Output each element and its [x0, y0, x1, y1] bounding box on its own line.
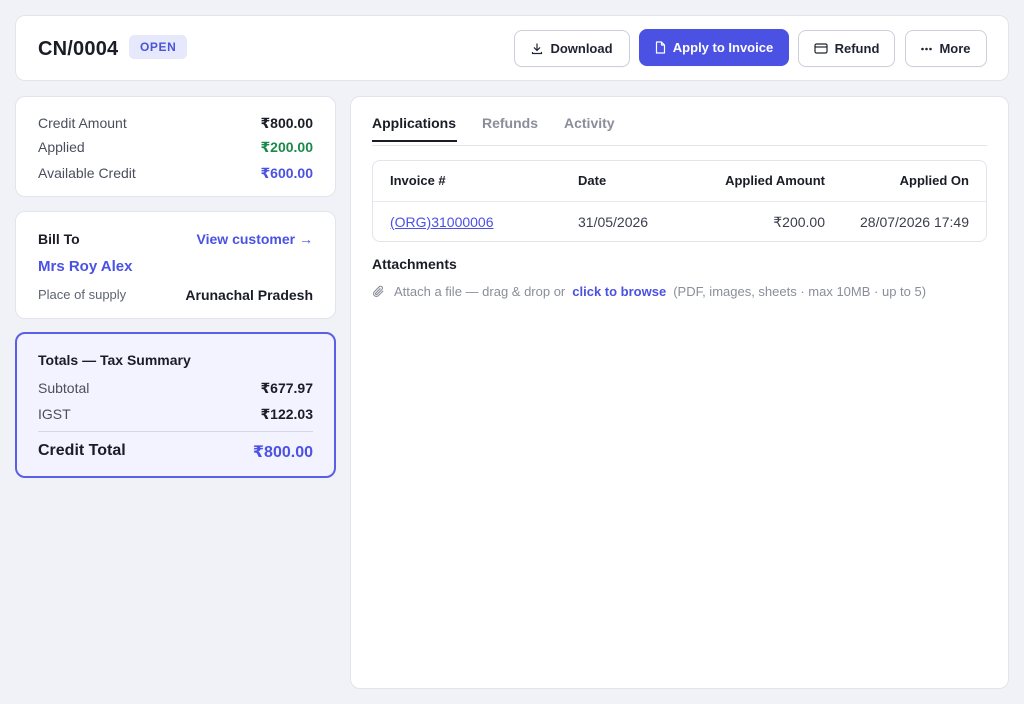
- igst-value: ₹122.03: [260, 406, 313, 422]
- download-button-label: Download: [550, 41, 613, 56]
- credit-amount-value: ₹800.00: [260, 115, 313, 131]
- tabs-divider: [372, 145, 987, 146]
- credit-amount-label: Credit Amount: [38, 115, 127, 131]
- column-header-date: Date: [578, 173, 607, 188]
- attachment-dropzone[interactable]: Attach a file — drag & drop or click to …: [372, 284, 926, 299]
- more-button[interactable]: More: [905, 30, 987, 67]
- credit-amount-row: Credit Amount ₹800.00: [38, 115, 313, 132]
- paperclip-icon: [372, 285, 385, 298]
- column-header-applied-amount: Applied Amount: [725, 173, 825, 188]
- page-title: CN/0004: [38, 38, 119, 60]
- refund-button[interactable]: Refund: [798, 30, 895, 67]
- subtotal-value: ₹677.97: [260, 380, 313, 396]
- bill-to-card: Bill To View customer → Mrs Roy Alex Pla…: [15, 211, 336, 319]
- status-badge: OPEN: [129, 35, 188, 59]
- place-of-supply-label: Place of supply: [38, 287, 127, 302]
- browse-files-link[interactable]: click to browse: [572, 284, 666, 299]
- invoice-link[interactable]: (ORG)31000006: [390, 214, 494, 230]
- credit-total-value: ₹800.00: [252, 444, 313, 461]
- bill-to-label: Bill To: [38, 231, 80, 247]
- totals-card: Totals — Tax Summary Subtotal ₹677.97 IG…: [15, 332, 336, 478]
- credit-total-label: Credit Total: [38, 442, 126, 459]
- active-tab-indicator: [372, 140, 457, 142]
- totals-divider: [38, 431, 313, 432]
- header-bar: CN/0004 OPEN Download Apply to Invoice R…: [15, 15, 1009, 81]
- table-cell-applied-on: 28/07/2026 17:49: [860, 214, 969, 230]
- customer-name[interactable]: Mrs Roy Alex: [38, 258, 132, 275]
- table-cell-applied-amount: ₹200.00: [773, 214, 825, 230]
- view-customer-link[interactable]: View customer →: [197, 231, 313, 247]
- column-header-invoice: Invoice #: [390, 173, 446, 188]
- attachment-prompt: Attach a file — drag & drop or: [394, 284, 566, 299]
- igst-row: IGST ₹122.03: [38, 406, 313, 423]
- apply-to-invoice-button[interactable]: Apply to Invoice: [639, 29, 789, 66]
- card-icon: [814, 43, 828, 54]
- place-of-supply-value: Arunachal Pradesh: [185, 287, 313, 303]
- column-header-applied-on: Applied On: [899, 173, 969, 188]
- attachment-hint: (PDF, images, sheets · max 10MB · up to …: [673, 284, 927, 299]
- main-panel: Applications Refunds Activity Invoice # …: [350, 96, 1009, 689]
- tab-activity[interactable]: Activity: [564, 115, 615, 131]
- available-credit-label: Available Credit: [38, 165, 136, 181]
- subtotal-label: Subtotal: [38, 380, 90, 396]
- credit-total-row: Credit Total ₹800.00: [38, 442, 313, 462]
- table-cell-date: 31/05/2026: [578, 214, 649, 230]
- credit-summary-card: Credit Amount ₹800.00 Applied ₹200.00 Av…: [15, 96, 336, 197]
- applications-table: Invoice # Date Applied Amount Applied On…: [372, 160, 987, 242]
- applied-row: Applied ₹200.00: [38, 139, 313, 156]
- more-button-label: More: [939, 41, 971, 56]
- applied-label: Applied: [38, 139, 85, 155]
- apply-to-invoice-label: Apply to Invoice: [672, 40, 774, 55]
- document-icon: [655, 41, 666, 54]
- refund-button-label: Refund: [834, 41, 880, 56]
- subtotal-row: Subtotal ₹677.97: [38, 380, 313, 397]
- available-credit-value: ₹600.00: [260, 165, 313, 181]
- more-dots-icon: [921, 47, 933, 51]
- attachments-title: Attachments: [372, 256, 457, 272]
- totals-title: Totals — Tax Summary: [38, 352, 191, 368]
- tab-applications[interactable]: Applications: [372, 115, 456, 131]
- download-icon: [531, 42, 543, 55]
- igst-label: IGST: [38, 406, 71, 422]
- tab-refunds[interactable]: Refunds: [482, 115, 538, 131]
- available-credit-row: Available Credit ₹600.00: [38, 165, 313, 182]
- table-header-divider: [373, 201, 986, 202]
- applied-value: ₹200.00: [260, 139, 313, 155]
- download-button[interactable]: Download: [514, 30, 630, 67]
